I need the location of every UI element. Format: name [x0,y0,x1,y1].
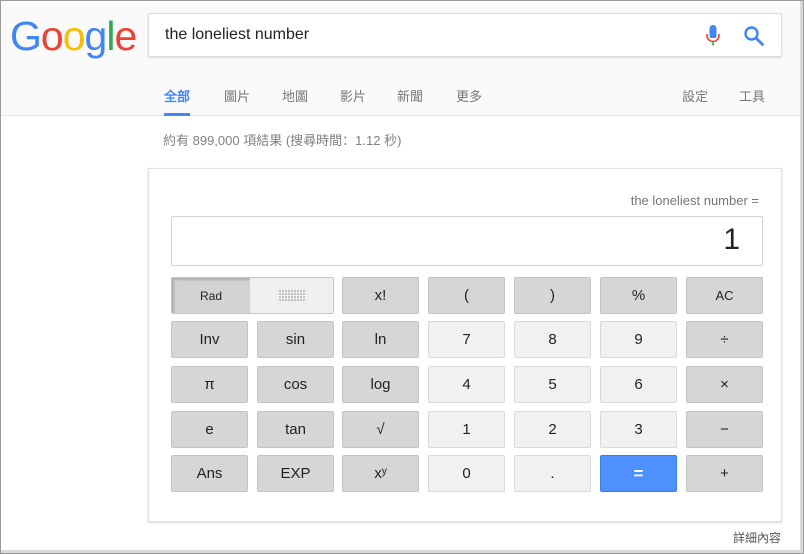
dotted-pattern-icon [278,290,305,301]
sqrt-button[interactable]: √ [342,411,419,448]
digit-1-button[interactable]: 1 [428,411,505,448]
digit-7-button[interactable]: 7 [428,321,505,358]
power-button[interactable]: xʸ [342,455,419,492]
tab-news[interactable]: 新聞 [397,86,423,116]
equals-button[interactable]: = [600,455,677,492]
tab-videos[interactable]: 影片 [340,86,366,116]
logo-letter: g [84,13,108,59]
factorial-button[interactable]: x! [342,277,419,314]
digit-8-button[interactable]: 8 [514,321,591,358]
ln-button[interactable]: ln [342,321,419,358]
calculator-result: 1 [723,223,740,256]
subtract-button[interactable]: − [686,411,763,448]
tab-bar: 全部 圖片 地圖 影片 新聞 更多 設定 工具 [0,80,804,116]
pi-button[interactable]: π [171,366,248,403]
calculator-card: the loneliest number = 1 Rad x! ( ) % AC… [148,168,782,522]
logo-letter: G [10,13,42,59]
log-button[interactable]: log [342,366,419,403]
logo-letter: l [106,13,115,59]
digit-0-button[interactable]: 0 [428,455,505,492]
deg-button[interactable] [250,278,333,313]
tab-all[interactable]: 全部 [164,86,191,116]
multiply-button[interactable]: × [686,366,763,403]
right-paren-button[interactable]: ) [514,277,591,314]
digit-9-button[interactable]: 9 [600,321,677,358]
calculator-expression: the loneliest number = [630,193,759,208]
answer-button[interactable]: Ans [171,455,248,492]
calculator-display: 1 [171,216,763,266]
logo-letter: o [62,13,86,59]
more-info-link[interactable]: 詳細內容 [733,529,781,546]
logo-letter: e [114,13,137,59]
tab-settings[interactable]: 設定 [682,86,708,116]
rad-button[interactable]: Rad [172,278,250,313]
digit-3-button[interactable]: 3 [600,411,677,448]
all-clear-button[interactable]: AC [686,277,763,314]
tab-tools[interactable]: 工具 [739,86,765,116]
header: Google the loneliest number 全部 圖片 地圖 影片 … [0,0,804,116]
sin-button[interactable]: sin [257,321,334,358]
digit-5-button[interactable]: 5 [514,366,591,403]
digit-2-button[interactable]: 2 [514,411,591,448]
inverse-button[interactable]: Inv [171,321,248,358]
logo-letter: o [40,13,64,59]
tab-maps[interactable]: 地圖 [282,86,308,116]
digit-4-button[interactable]: 4 [428,366,505,403]
percent-button[interactable]: % [600,277,677,314]
angle-mode-toggle[interactable]: Rad [171,277,334,314]
exp-button[interactable]: EXP [257,455,334,492]
decimal-point-button[interactable]: . [514,455,591,492]
microphone-icon[interactable] [705,24,721,48]
divide-button[interactable]: ÷ [686,321,763,358]
google-logo[interactable]: Google [10,12,137,60]
search-box[interactable]: the loneliest number [148,13,782,57]
result-stats: 約有 899,000 項結果 (搜尋時間：1.12 秒) [163,133,402,148]
search-icon[interactable] [743,25,765,47]
left-paren-button[interactable]: ( [428,277,505,314]
tan-button[interactable]: tan [257,411,334,448]
tab-images[interactable]: 圖片 [224,86,250,116]
digit-6-button[interactable]: 6 [600,366,677,403]
search-input[interactable]: the loneliest number [165,26,309,44]
add-button[interactable]: + [686,455,763,492]
cos-button[interactable]: cos [257,366,334,403]
e-button[interactable]: e [171,411,248,448]
tab-more[interactable]: 更多 [456,86,482,116]
